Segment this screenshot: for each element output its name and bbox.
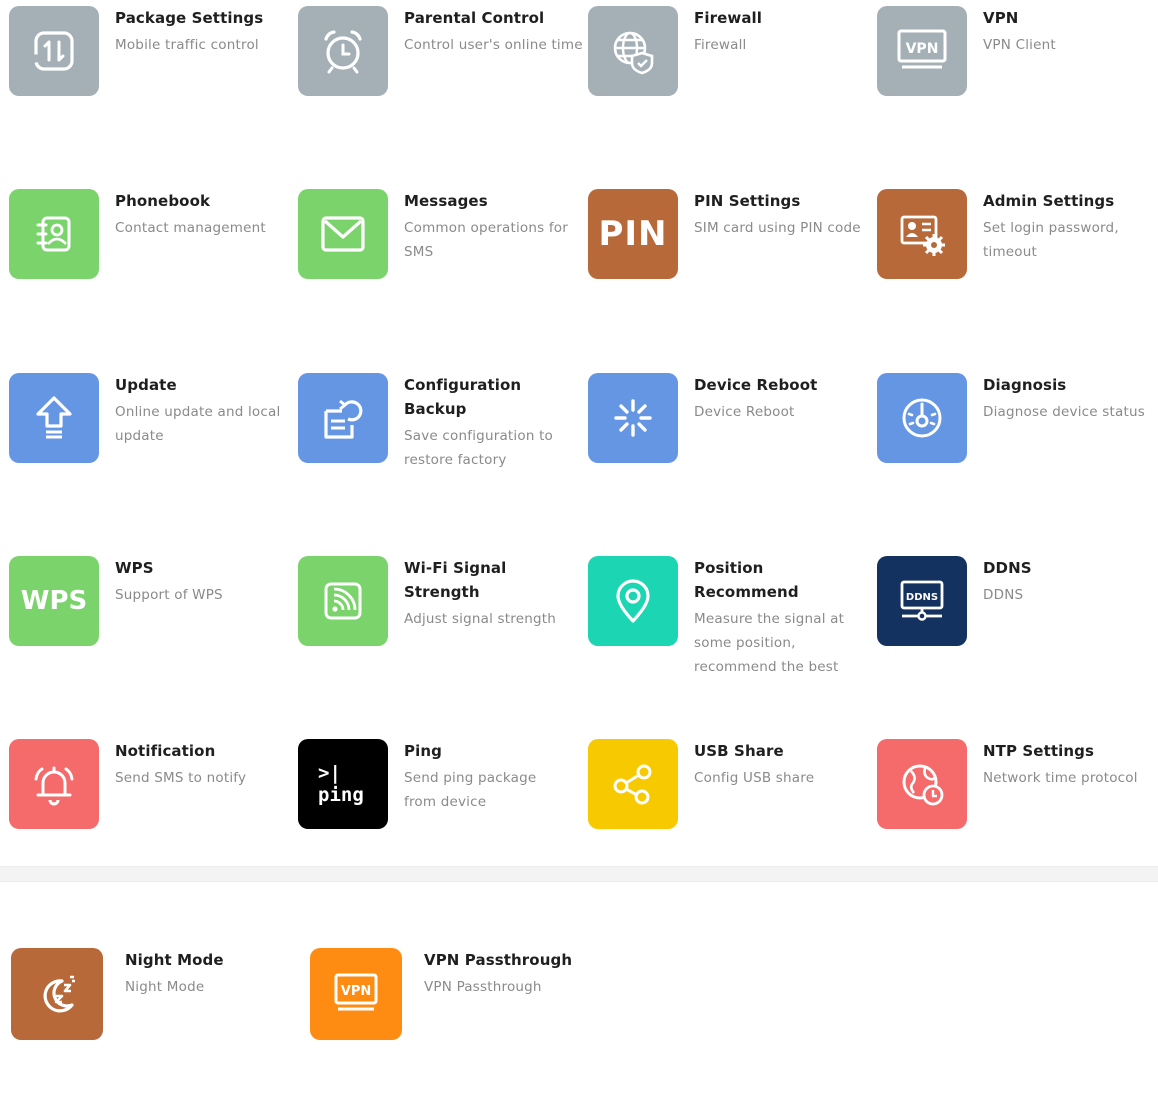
moon-icon[interactable] [11,948,103,1040]
tile-title: Firewall [694,9,763,27]
vpn-icon-label: VPN [906,41,939,57]
globe-shield-icon[interactable] [588,6,678,96]
tile-title: Ping [404,742,442,760]
traffic-icon[interactable] [9,6,99,96]
tile-title: Parental Control [404,9,545,27]
tile-description: Send SMS to notify [115,770,247,786]
envelope-icon[interactable] [298,189,388,279]
tile-description: Night Mode [125,979,205,995]
tile-description: Measure the signal at some position, rec… [694,611,845,675]
tile-phonebook[interactable]: Phonebook Contact management [9,189,294,349]
ddns-monitor-icon[interactable]: DDNS [877,556,967,646]
tile-description: Control user's online time [404,37,583,53]
vpn-monitor-icon[interactable]: VPN [310,948,402,1040]
tile-description: Online update and local update [115,404,281,444]
tile-description: Device Reboot [694,404,795,420]
vpn-monitor-icon[interactable]: VPN [877,6,967,96]
tile-vpn-passthrough[interactable]: VPN VPN Passthrough VPN Passthrough [310,948,595,1108]
tile-description: Diagnose device status [983,404,1145,420]
tile-title: Position Recommend [694,559,799,601]
terminal-prompt: >| [318,762,341,784]
tile-description: Firewall [694,37,747,53]
tile-configuration-backup[interactable]: Configuration Backup Save configuration … [298,373,583,533]
tile-vpn[interactable]: VPN VPN VPN Client [877,6,1158,166]
contact-book-icon[interactable] [9,189,99,279]
bell-icon[interactable] [9,739,99,829]
tile-description: Adjust signal strength [404,611,556,627]
signal-icon[interactable] [298,556,388,646]
admin-card-gear-icon[interactable] [877,189,967,279]
tile-description: Save configuration to restore factory [404,428,554,468]
tile-messages[interactable]: Messages Common operations for SMS [298,189,583,349]
tile-description: VPN Client [983,37,1056,53]
tile-diagnosis[interactable]: Diagnosis Diagnose device status [877,373,1158,533]
tile-title: Messages [404,192,488,210]
tile-title: USB Share [694,742,784,760]
tile-position-recommend[interactable]: Position Recommend Measure the signal at… [588,556,873,716]
tile-description: Mobile traffic control [115,37,259,53]
tile-description: Set login password, timeout [983,220,1119,260]
tile-title: DDNS [983,559,1032,577]
tile-pin-settings[interactable]: PIN PIN Settings SIM card using PIN code [588,189,873,349]
section-divider [0,866,1158,882]
tile-title: Configuration Backup [404,376,522,418]
globe-clock-icon[interactable] [877,739,967,829]
tile-title: Package Settings [115,9,264,27]
tile-title: Diagnosis [983,376,1067,394]
tile-title: Phonebook [115,192,211,210]
tile-title: Wi-Fi Signal Strength [404,559,507,601]
terminal-command: ping [318,784,364,806]
wps-icon-label: WPS [20,586,88,616]
tile-description: Send ping package from device [404,770,537,810]
upload-arrow-icon[interactable] [9,373,99,463]
tile-update[interactable]: Update Online update and local update [9,373,294,533]
tile-firewall[interactable]: Firewall Firewall [588,6,873,166]
tile-title: WPS [115,559,154,577]
wps-text-icon[interactable]: WPS [9,556,99,646]
tile-description: Common operations for SMS [404,220,568,260]
alarm-clock-icon[interactable] [298,6,388,96]
gauge-icon[interactable] [877,373,967,463]
tile-description: VPN Passthrough [424,979,542,995]
tile-wps[interactable]: WPS WPS Support of WPS [9,556,294,716]
tile-wifi-signal-strength[interactable]: Wi-Fi Signal Strength Adjust signal stre… [298,556,583,716]
backup-file-icon[interactable] [298,373,388,463]
tile-description: Contact management [115,220,266,236]
tile-package-settings[interactable]: Package Settings Mobile traffic control [9,6,294,166]
pin-icon-label: PIN [598,214,668,254]
ddns-icon-label: DDNS [906,592,938,603]
tile-title: VPN [983,9,1019,27]
terminal-icon[interactable]: >| ping [298,739,388,829]
tile-title: Notification [115,742,216,760]
tile-description: Config USB share [694,770,815,786]
tile-ddns[interactable]: DDNS DDNS DDNS [877,556,1158,716]
pin-text-icon[interactable]: PIN [588,189,678,279]
vpn-passthrough-icon-label: VPN [341,984,371,999]
tile-admin-settings[interactable]: Admin Settings Set login password, timeo… [877,189,1158,349]
tile-title: Night Mode [125,951,224,969]
tile-description: SIM card using PIN code [694,220,861,236]
tile-title: VPN Passthrough [424,951,573,969]
tile-description: Support of WPS [115,587,223,603]
location-pin-icon[interactable] [588,556,678,646]
tile-title: Update [115,376,177,394]
tile-title: Admin Settings [983,192,1115,210]
tile-device-reboot[interactable]: Device Reboot Device Reboot [588,373,873,533]
tile-title: Device Reboot [694,376,818,394]
tile-parental-control[interactable]: Parental Control Control user's online t… [298,6,583,166]
tile-title: NTP Settings [983,742,1095,760]
tile-description: Network time protocol [983,770,1138,786]
spinner-icon[interactable] [588,373,678,463]
tile-night-mode[interactable]: Night Mode Night Mode [11,948,296,1108]
tile-title: PIN Settings [694,192,801,210]
tile-description: DDNS [983,587,1024,603]
share-icon[interactable] [588,739,678,829]
